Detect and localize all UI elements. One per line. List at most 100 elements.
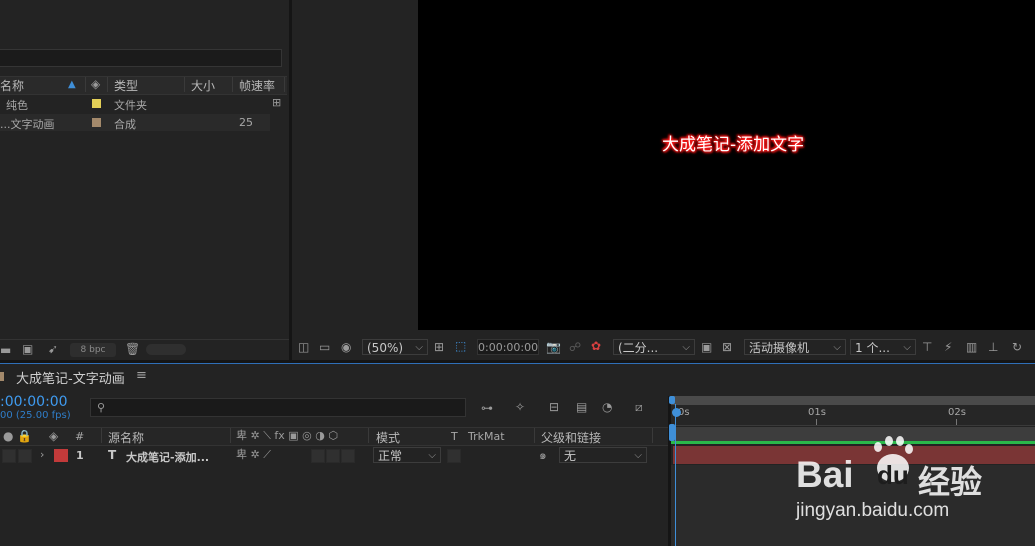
watermark-brand-du: du bbox=[877, 460, 909, 490]
switches-header-icon: 卑 ✲ ⟍ fx ▣ ◎ ◑ ⬡ bbox=[236, 429, 338, 442]
reset-exposure-icon[interactable]: ↻ bbox=[1012, 340, 1022, 354]
always-preview-icon[interactable]: ◫ bbox=[298, 340, 309, 354]
viewer-text-layer[interactable]: 大成笔记-添加文字 bbox=[662, 130, 804, 155]
motion-blur-icon[interactable]: ◔ bbox=[602, 400, 612, 414]
text-layer-icon: T bbox=[108, 448, 117, 462]
resolution-select[interactable]: (二分... ⌵ bbox=[613, 339, 695, 355]
watermark-brand-cn: 经验 bbox=[918, 463, 983, 501]
playhead-handle[interactable] bbox=[669, 396, 675, 404]
views-select[interactable]: 1 个... ⌵ bbox=[850, 339, 916, 355]
time-ruler[interactable] bbox=[671, 405, 1035, 426]
project-footer bbox=[0, 339, 289, 361]
zoom-value: (50%) bbox=[367, 341, 404, 355]
switch-cell[interactable] bbox=[326, 449, 340, 463]
region-of-interest-icon[interactable]: ⊞ bbox=[434, 340, 444, 354]
draft-3d-icon[interactable]: ✧ bbox=[515, 400, 525, 414]
trash-icon[interactable]: 🗑 bbox=[125, 342, 140, 356]
frame-blending-icon[interactable]: ▤ bbox=[576, 400, 587, 414]
item-type: 合成 bbox=[114, 118, 136, 131]
playhead-line bbox=[675, 404, 676, 546]
switch-cell[interactable] bbox=[311, 449, 325, 463]
transparency-grid-icon[interactable]: ⬚ bbox=[455, 339, 466, 353]
composition-viewer bbox=[292, 0, 1035, 360]
item-name: 纯色 bbox=[6, 99, 28, 112]
column-t: T bbox=[451, 430, 458, 443]
column-parent[interactable]: 父级和链接 bbox=[541, 429, 601, 446]
label-tag-icon[interactable]: ◈ bbox=[49, 429, 58, 443]
column-source-name[interactable]: 源名称 bbox=[108, 429, 144, 446]
camera-snapshot-icon[interactable]: 📷 bbox=[546, 340, 561, 354]
ruler-label: 01s bbox=[808, 407, 826, 418]
mask-visibility-icon[interactable]: ◉ bbox=[341, 340, 351, 354]
folder-icon[interactable]: ▬ bbox=[0, 343, 11, 357]
blend-mode-select[interactable]: 正常 ⌵ bbox=[373, 447, 441, 463]
column-fps[interactable]: 帧速率 bbox=[239, 77, 275, 94]
list-item[interactable]: 纯色 文件夹 ⊞ bbox=[0, 95, 287, 112]
fast-preview-icon[interactable]: ⚡ bbox=[944, 340, 952, 354]
table-row[interactable]: › 1 T 大成笔记-添加... 卑 ✲ ⟋ 正常 ⌵ ๑ 无 ⌵ bbox=[0, 446, 668, 465]
item-label-color[interactable] bbox=[92, 118, 101, 127]
expand-chevron-icon[interactable]: › bbox=[40, 448, 44, 462]
color-channels-icon[interactable]: ✿ bbox=[591, 339, 601, 353]
parent-select[interactable]: 无 ⌵ bbox=[559, 447, 647, 463]
playhead-indicator-icon[interactable] bbox=[672, 408, 681, 417]
playhead-marker[interactable] bbox=[669, 424, 675, 441]
zoom-select[interactable]: (50%) ⌵ bbox=[362, 339, 428, 355]
column-name[interactable]: 名称 bbox=[0, 77, 24, 94]
video-toggle[interactable] bbox=[2, 449, 16, 463]
lock-icon[interactable]: 🔒 bbox=[17, 429, 32, 443]
render-icon[interactable]: ➹ bbox=[48, 342, 58, 356]
blend-mode-value: 正常 bbox=[378, 449, 403, 463]
column-type[interactable]: 类型 bbox=[114, 77, 138, 94]
graph-editor-icon[interactable]: ⧄ bbox=[635, 400, 643, 414]
work-area-bar[interactable] bbox=[671, 396, 1035, 405]
switch-cell[interactable] bbox=[341, 449, 355, 463]
timeline-fps-info: 00 (25.00 fps) bbox=[0, 410, 71, 421]
flowchart-icon[interactable]: ⊥ bbox=[988, 340, 998, 354]
layer-label-color[interactable] bbox=[54, 449, 68, 462]
viewer-timecode[interactable]: 0:00:00:00 bbox=[477, 339, 539, 355]
layer-name[interactable]: 大成笔记-添加... bbox=[126, 449, 209, 465]
lock-toggle[interactable] bbox=[18, 449, 32, 463]
bpc-button[interactable]: 8 bpc bbox=[70, 343, 116, 357]
composition-canvas[interactable] bbox=[418, 0, 1035, 330]
comp-tab[interactable]: 大成笔记-文字动画 bbox=[16, 368, 125, 387]
baidu-watermark: Bai du 经验 jingyan.baidu.com bbox=[792, 432, 1032, 532]
layer-switches-icon[interactable]: 卑 ✲ ⟋ bbox=[236, 448, 271, 462]
pick-whip-icon[interactable]: ๑ bbox=[539, 448, 547, 462]
transparency-icon[interactable]: ⊠ bbox=[722, 340, 732, 354]
project-search-input[interactable] bbox=[0, 49, 282, 67]
sort-ascending-icon[interactable]: ▲ bbox=[68, 78, 76, 92]
solo-icon[interactable]: ● bbox=[3, 429, 13, 443]
resolution-value: (二分... bbox=[618, 341, 659, 355]
comp-tab-color bbox=[0, 372, 4, 381]
views-value: 1 个... bbox=[855, 341, 890, 355]
hierarchy-icon[interactable]: ⊞ bbox=[272, 96, 281, 110]
camera-select[interactable]: 活动摄像机 ⌵ bbox=[744, 339, 846, 355]
parent-value: 无 bbox=[564, 449, 577, 463]
watermark-brand-bai: Bai bbox=[796, 454, 854, 495]
project-scrollbar[interactable] bbox=[146, 344, 186, 355]
timeline-timecode[interactable]: :00:00:00 bbox=[0, 394, 68, 410]
watermark-url: jingyan.baidu.com bbox=[796, 500, 950, 521]
item-type: 文件夹 bbox=[114, 99, 147, 112]
toggle-pixel-aspect-icon[interactable]: ⊤ bbox=[922, 340, 932, 354]
show-snapshot-icon[interactable]: ☍ bbox=[569, 340, 581, 354]
item-label-color[interactable] bbox=[92, 99, 101, 108]
target-region-icon[interactable]: ▣ bbox=[701, 340, 712, 354]
label-tag-icon[interactable]: ◈ bbox=[91, 77, 100, 91]
column-mode[interactable]: 模式 bbox=[376, 429, 400, 446]
column-size[interactable]: 大小 bbox=[191, 77, 215, 94]
timeline-icon[interactable]: ▥ bbox=[966, 340, 977, 354]
column-number: # bbox=[75, 430, 85, 443]
comp-mini-flowchart-icon[interactable]: ⊶ bbox=[481, 401, 493, 415]
tab-menu-icon[interactable]: ≡ bbox=[136, 368, 147, 383]
item-name: ...文字动画 bbox=[0, 118, 55, 131]
monitor-icon[interactable]: ▭ bbox=[319, 340, 330, 354]
column-trkmat[interactable]: TrkMat bbox=[468, 430, 505, 443]
list-item[interactable]: ...文字动画 合成 25 bbox=[0, 114, 270, 131]
preserve-transparency-toggle[interactable] bbox=[447, 449, 461, 463]
layer-search-input[interactable]: ⚲ bbox=[90, 398, 466, 417]
new-composition-icon[interactable]: ▣ bbox=[22, 342, 33, 356]
shy-layers-icon[interactable]: ⊟ bbox=[549, 400, 559, 414]
